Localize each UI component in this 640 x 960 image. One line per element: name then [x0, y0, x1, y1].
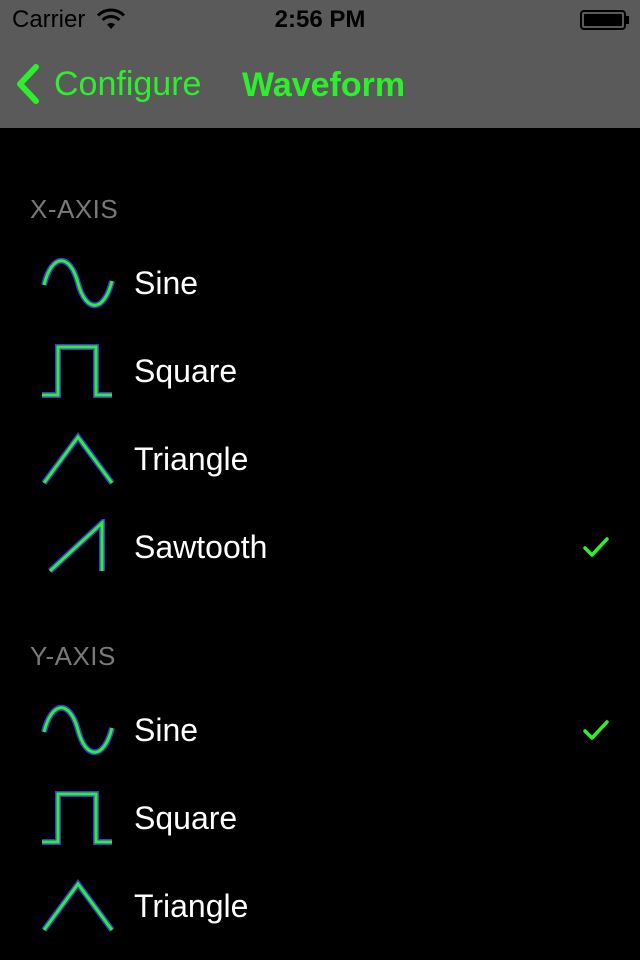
list-item-x-sine[interactable]: Sine	[0, 239, 640, 327]
back-button[interactable]: Configure	[14, 62, 201, 106]
list-item-label: Triangle	[134, 441, 249, 477]
sine-wave-icon	[41, 257, 115, 309]
section-header-x-axis: X-AXIS	[30, 194, 119, 224]
list-item-label: Sawtooth	[134, 529, 268, 565]
list-item-x-square[interactable]: Square	[0, 327, 640, 415]
triangle-wave-icon	[41, 878, 115, 932]
battery-icon	[580, 10, 629, 30]
list-item-x-sawtooth[interactable]: Sawtooth	[0, 503, 640, 591]
list-item-label: Sine	[134, 712, 199, 748]
list-item-y-square[interactable]: Square	[0, 774, 640, 862]
list-item-label: Triangle	[134, 888, 249, 924]
chevron-left-icon	[17, 64, 39, 104]
list-item-label: Square	[134, 800, 238, 836]
list-item-label: Square	[134, 353, 238, 389]
triangle-wave-icon	[41, 431, 115, 485]
list-item-label: Sine	[134, 265, 199, 301]
list-item-y-triangle[interactable]: Triangle	[0, 862, 640, 950]
screen: Carrier 2:56 PM Configure Waveform X-AXI…	[0, 0, 640, 960]
navigation-bar: Configure Waveform	[0, 40, 640, 128]
page-title: Waveform	[242, 66, 406, 104]
status-bar: Carrier 2:56 PM	[0, 0, 640, 40]
checkmark-icon	[583, 537, 609, 557]
back-button-label: Configure	[54, 64, 202, 103]
checkmark-icon	[583, 720, 609, 740]
square-wave-icon	[42, 791, 112, 845]
list-item-x-triangle[interactable]: Triangle	[0, 415, 640, 503]
top-bar: Carrier 2:56 PM Configure Waveform	[0, 0, 640, 128]
section-header-y-axis: Y-AXIS	[30, 641, 116, 671]
status-time: 2:56 PM	[274, 6, 366, 33]
list-item-y-sine[interactable]: Sine	[0, 686, 640, 774]
sawtooth-wave-icon	[47, 519, 105, 574]
square-wave-icon	[42, 344, 112, 398]
sine-wave-icon	[41, 704, 115, 756]
